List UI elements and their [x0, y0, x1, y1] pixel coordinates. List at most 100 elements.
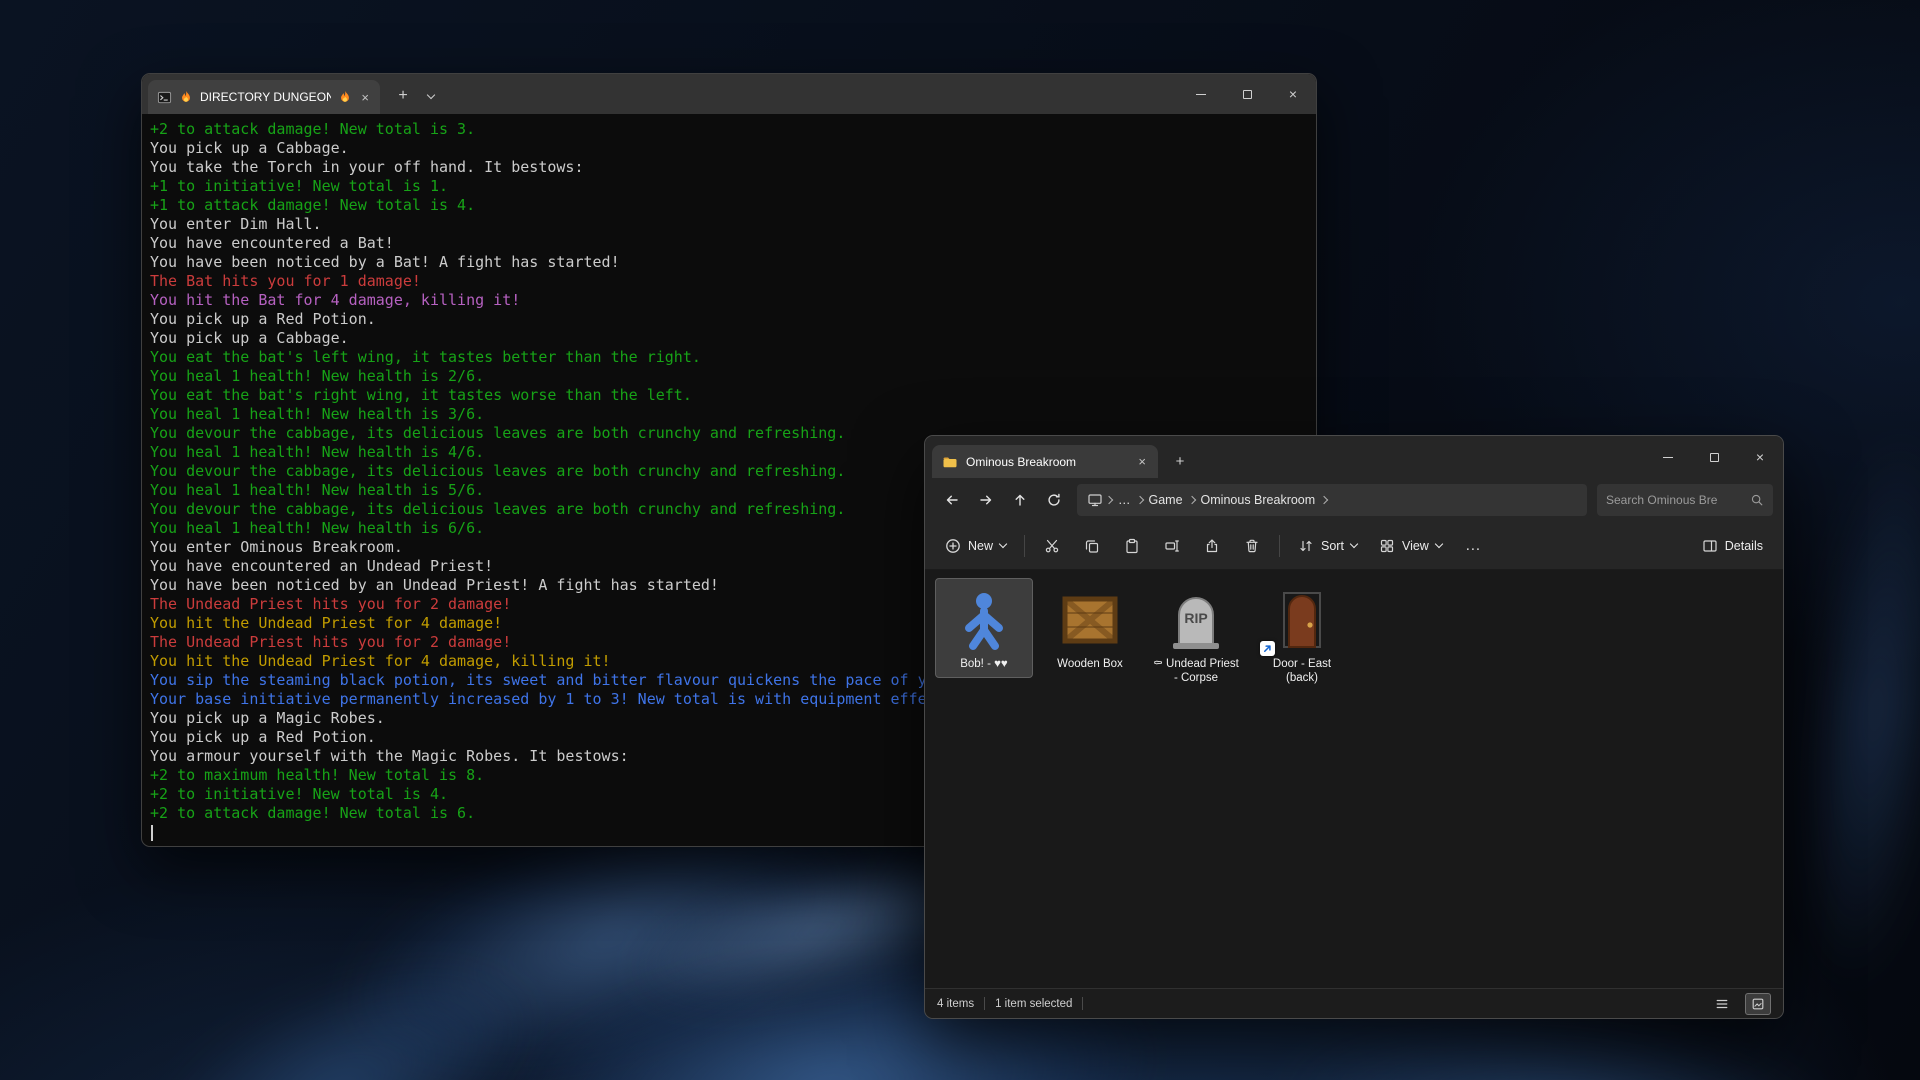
terminal-line: The Bat hits you for 1 damage!	[150, 272, 1316, 291]
breadcrumb-chevron-icon	[1105, 496, 1113, 504]
view-button[interactable]: View	[1369, 529, 1452, 563]
scissors-icon	[1044, 538, 1060, 554]
details-pane-button[interactable]: Details	[1692, 529, 1773, 563]
sort-button-label: Sort	[1321, 539, 1344, 553]
terminal-line: You heal 1 health! New health is 2/6.	[150, 367, 1316, 386]
file-list[interactable]: RIP Bob! - ♥♥	[925, 570, 1783, 988]
file-tile[interactable]: RIP Wooden Box	[1041, 578, 1139, 678]
up-button[interactable]	[1003, 484, 1037, 516]
close-button[interactable]: ×	[1270, 74, 1316, 114]
back-button[interactable]	[935, 484, 969, 516]
terminal-line: You heal 1 health! New health is 3/6.	[150, 405, 1316, 424]
explorer-tab[interactable]: Ominous Breakroom ×	[932, 445, 1158, 478]
flame-icon	[338, 90, 352, 104]
breadcrumb-chevron-icon	[1135, 496, 1143, 504]
search-input[interactable]: Search Ominous Bre	[1597, 484, 1773, 516]
terminal-tab[interactable]: DIRECTORY DUNGEON ×	[148, 80, 380, 114]
explorer-statusbar: 4 items 1 item selected	[925, 988, 1783, 1018]
status-list-view-button[interactable]	[1709, 993, 1735, 1015]
sort-button[interactable]: Sort	[1288, 529, 1367, 563]
toolbar-divider	[1024, 535, 1025, 557]
file-label: Bob! - ♥♥	[960, 657, 1008, 671]
list-view-icon	[1715, 997, 1729, 1011]
breadcrumb-segment-current[interactable]: Ominous Breakroom	[1198, 493, 1319, 507]
share-button[interactable]	[1193, 529, 1231, 563]
forward-button[interactable]	[969, 484, 1003, 516]
copy-button[interactable]	[1073, 529, 1111, 563]
plus-circle-icon	[945, 538, 961, 554]
view-grid-icon	[1379, 538, 1395, 554]
explorer-titlebar[interactable]: Ominous Breakroom × + ×	[925, 436, 1783, 478]
status-divider	[1082, 997, 1083, 1010]
trash-icon	[1244, 538, 1260, 554]
rip-tombstone-icon: RIP	[1164, 588, 1228, 652]
more-options-button[interactable]: …	[1454, 529, 1492, 563]
terminal-line: +1 to attack damage! New total is 4.	[150, 196, 1316, 215]
terminal-line: You have been noticed by a Bat! A fight …	[150, 253, 1316, 272]
svg-text:RIP: RIP	[1184, 610, 1207, 626]
shortcut-overlay-icon	[1260, 641, 1275, 656]
minimize-button[interactable]	[1178, 74, 1224, 114]
tab-dropdown-button[interactable]	[418, 81, 444, 111]
breadcrumb[interactable]: … Game Ominous Breakroom	[1077, 484, 1587, 516]
details-button-label: Details	[1725, 539, 1763, 553]
terminal-line: You eat the bat's right wing, it tastes …	[150, 386, 1316, 405]
rename-button[interactable]	[1153, 529, 1191, 563]
terminal-line: You hit the Bat for 4 damage, killing it…	[150, 291, 1316, 310]
terminal-line: +1 to initiative! New total is 1.	[150, 177, 1316, 196]
rename-icon	[1164, 538, 1180, 554]
close-button[interactable]: ×	[1737, 436, 1783, 478]
new-tab-button[interactable]: +	[388, 81, 418, 111]
copy-icon	[1084, 538, 1100, 554]
item-count: 4 items	[937, 998, 974, 1010]
chevron-down-icon	[1435, 540, 1443, 548]
magnifier-icon	[1750, 493, 1764, 507]
file-tile[interactable]: RIP ⚰ Undead Priest - Corpse	[1147, 578, 1245, 692]
terminal-line: You take the Torch in your off hand. It …	[150, 158, 1316, 177]
chevron-down-icon	[1350, 540, 1358, 548]
maximize-button[interactable]	[1224, 74, 1270, 114]
new-tab-button[interactable]: +	[1166, 447, 1194, 475]
terminal-line: +2 to attack damage! New total is 3.	[150, 120, 1316, 139]
new-button-label: New	[968, 539, 993, 553]
file-icon: RIP	[1056, 586, 1124, 654]
terminal-line: You pick up a Cabbage.	[150, 139, 1316, 158]
person-icon	[952, 588, 1016, 652]
file-tile[interactable]: RIP Door - East (back)	[1253, 578, 1351, 692]
new-button[interactable]: New	[935, 529, 1016, 563]
chevron-down-icon	[999, 540, 1007, 548]
terminal-line: You have encountered a Bat!	[150, 234, 1316, 253]
terminal-titlebar[interactable]: DIRECTORY DUNGEON × + ×	[142, 74, 1316, 114]
terminal-title: DIRECTORY DUNGEON	[200, 90, 331, 104]
selection-count: 1 item selected	[995, 998, 1072, 1010]
share-icon	[1204, 538, 1220, 554]
paste-button[interactable]	[1113, 529, 1151, 563]
tab-close-icon[interactable]: ×	[359, 91, 371, 104]
large-icons-view-icon	[1751, 997, 1765, 1011]
status-large-icons-view-button[interactable]	[1745, 993, 1771, 1015]
clipboard-icon	[1124, 538, 1140, 554]
maximize-button[interactable]	[1691, 436, 1737, 478]
file-tile[interactable]: RIP Bob! - ♥♥	[935, 578, 1033, 678]
minimize-button[interactable]	[1645, 436, 1691, 478]
breadcrumb-chevron-icon	[1187, 496, 1195, 504]
terminal-caret	[151, 825, 153, 841]
breadcrumb-segment-game[interactable]: Game	[1146, 493, 1186, 507]
terminal-line: You eat the bat's left wing, it tastes b…	[150, 348, 1316, 367]
breadcrumb-overflow[interactable]: …	[1115, 493, 1134, 507]
explorer-commandbar: New	[925, 522, 1783, 570]
file-label: Wooden Box	[1057, 657, 1123, 671]
folder-icon	[942, 454, 958, 470]
file-explorer-window: Ominous Breakroom × + × …	[924, 435, 1784, 1019]
file-icon: RIP	[1162, 586, 1230, 654]
terminal-line: You pick up a Cabbage.	[150, 329, 1316, 348]
flame-icon	[179, 90, 193, 104]
explorer-tab-title: Ominous Breakroom	[966, 455, 1128, 469]
delete-button[interactable]	[1233, 529, 1271, 563]
wooden-crate-icon	[1058, 588, 1122, 652]
refresh-button[interactable]	[1037, 484, 1071, 516]
file-icon: RIP	[950, 586, 1018, 654]
toolbar-divider	[1279, 535, 1280, 557]
tab-close-icon[interactable]: ×	[1136, 455, 1148, 468]
cut-button[interactable]	[1033, 529, 1071, 563]
